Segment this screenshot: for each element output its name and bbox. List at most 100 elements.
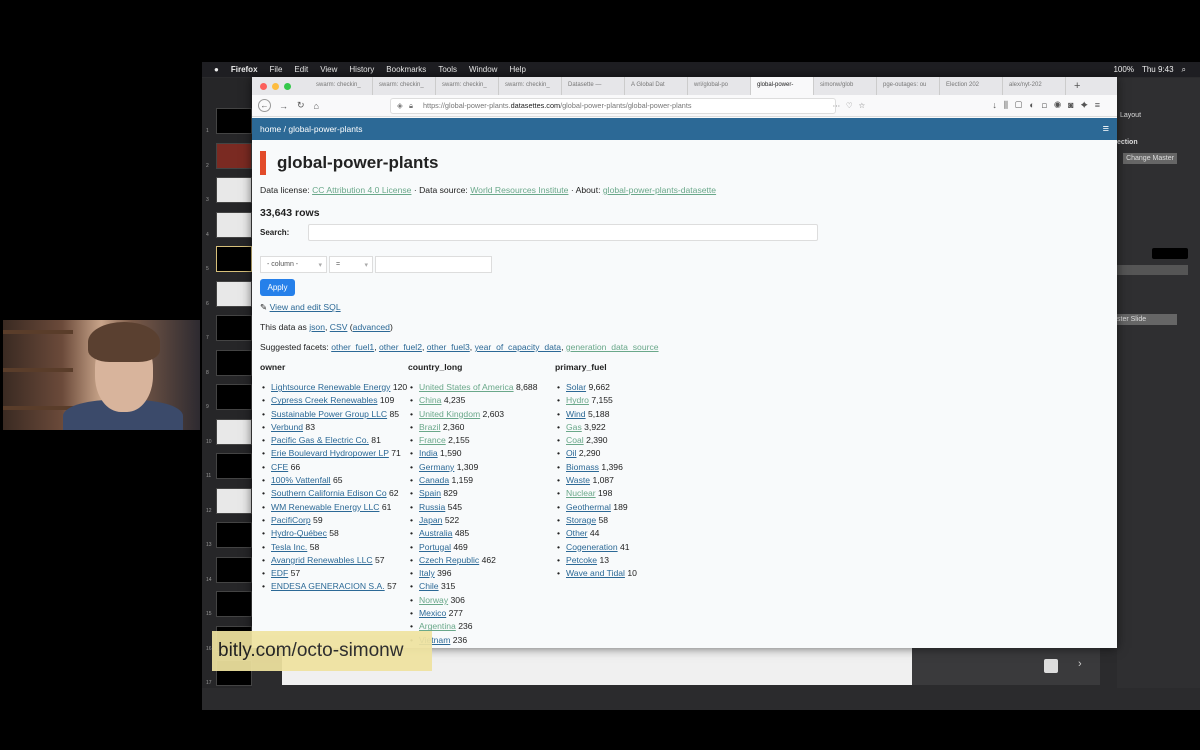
browser-tab[interactable]: A Global Dat: [625, 77, 688, 95]
change-master-button[interactable]: Change Master: [1123, 153, 1177, 164]
menu-tools[interactable]: Tools: [438, 65, 457, 74]
facet-value-link[interactable]: Italy: [419, 568, 435, 578]
suggested-facet-link[interactable]: other_fuel1: [331, 342, 374, 352]
slide-thumbnail[interactable]: [216, 591, 252, 617]
facet-value-link[interactable]: Storage: [566, 515, 596, 525]
chevron-right-icon[interactable]: ›: [1078, 658, 1082, 670]
facet-value-link[interactable]: India: [419, 448, 438, 458]
browser-tab[interactable]: swarm: checkin_: [310, 77, 373, 95]
browser-tab[interactable]: wri/global-po: [688, 77, 751, 95]
toolbar-icons[interactable]: ↓⫼▢◐◻◉◙✦≡: [992, 100, 1107, 111]
facet-value-link[interactable]: Geothermal: [566, 502, 611, 512]
search-icon[interactable]: ⌕: [1182, 65, 1186, 75]
facet-value-link[interactable]: Russia: [419, 502, 445, 512]
menu-view[interactable]: View: [320, 65, 337, 74]
license-link[interactable]: CC Attribution 4.0 License: [312, 185, 411, 195]
facet-value-link[interactable]: Canada: [419, 475, 449, 485]
browser-tab[interactable]: alex/nyt-202: [1003, 77, 1066, 95]
home-button[interactable]: ⌂: [314, 101, 319, 111]
menu-history[interactable]: History: [349, 65, 374, 74]
facet-value-link[interactable]: Spain: [419, 488, 441, 498]
browser-tab[interactable]: swarm: checkin_: [436, 77, 499, 95]
facet-value-link[interactable]: Lightsource Renewable Energy: [271, 382, 390, 392]
facet-value-link[interactable]: United Kingdom: [419, 409, 480, 419]
operator-select[interactable]: = ▾: [329, 256, 373, 273]
menu-file[interactable]: File: [270, 65, 283, 74]
facet-value-link[interactable]: Waste: [566, 475, 590, 485]
facet-value-link[interactable]: Germany: [419, 462, 454, 472]
facet-value-link[interactable]: Tesla Inc.: [271, 542, 307, 552]
facet-value-link[interactable]: Biomass: [566, 462, 599, 472]
filter-value-input[interactable]: [375, 256, 492, 273]
facet-value-link[interactable]: CFE: [271, 462, 288, 472]
source-link[interactable]: World Resources Institute: [470, 185, 568, 195]
apply-button[interactable]: Apply: [260, 279, 295, 296]
facet-value-link[interactable]: China: [419, 395, 441, 405]
search-input[interactable]: [308, 224, 818, 241]
slide-thumbnail[interactable]: [216, 177, 252, 203]
suggested-facet-link[interactable]: other_fuel2: [379, 342, 422, 352]
facet-value-link[interactable]: Coal: [566, 435, 584, 445]
facet-value-link[interactable]: Pacific Gas & Electric Co.: [271, 435, 369, 445]
slide-thumbnail[interactable]: [216, 556, 252, 583]
facet-value-link[interactable]: France: [419, 435, 446, 445]
slide-thumbnail[interactable]: [216, 418, 252, 445]
facet-value-link[interactable]: WM Renewable Energy LLC: [271, 502, 379, 512]
facet-value-link[interactable]: Solar: [566, 382, 586, 392]
minimize-button[interactable]: [272, 82, 279, 90]
menu-bookmarks[interactable]: Bookmarks: [386, 65, 426, 74]
slide-thumbnail[interactable]: [216, 108, 252, 134]
facet-value-link[interactable]: Oil: [566, 448, 577, 458]
slide-thumbnail[interactable]: [216, 142, 252, 169]
facet-value-link[interactable]: Sustainable Power Group LLC: [271, 409, 387, 419]
slide-thumbnail[interactable]: [216, 522, 252, 548]
facet-value-link[interactable]: Cogeneration: [566, 542, 618, 552]
facet-value-link[interactable]: Brazil: [419, 422, 441, 432]
facet-value-link[interactable]: Hydro: [566, 395, 589, 405]
forward-button[interactable]: →: [279, 101, 288, 111]
advanced-link[interactable]: advanced: [353, 322, 390, 332]
facet-value-link[interactable]: Argentina: [419, 621, 456, 631]
csv-link[interactable]: CSV: [330, 322, 348, 332]
column-select[interactable]: - column - ▾: [260, 256, 327, 273]
slide-thumbnail[interactable]: [216, 453, 252, 479]
slide-thumbnail[interactable]: [216, 315, 252, 341]
browser-tab[interactable]: Datasette —: [562, 77, 625, 95]
browser-tab[interactable]: pge-outages: ou: [877, 77, 940, 95]
facet-value-link[interactable]: Petcoke: [566, 555, 597, 565]
menu-window[interactable]: Window: [469, 65, 497, 74]
facet-value-link[interactable]: Chile: [419, 581, 439, 591]
browser-tab[interactable]: global-power-: [751, 77, 814, 95]
about-link[interactable]: global-power-plants-datasette: [603, 185, 716, 195]
slide-thumbnail[interactable]: [216, 211, 252, 238]
slide-thumbnail[interactable]: [216, 384, 252, 410]
menu-help[interactable]: Help: [509, 65, 525, 74]
browser-tab[interactable]: Election 202: [940, 77, 1003, 95]
facet-value-link[interactable]: ENDESA GENERACION S.A.: [271, 581, 385, 591]
json-link[interactable]: json: [309, 322, 325, 332]
slide-navigator[interactable]: 1 2 3 4 5 6 7 8 9 10 11 12 13 14 15 16 17: [202, 78, 252, 688]
suggested-facet-link[interactable]: other_fuel3: [427, 342, 470, 352]
new-tab-button[interactable]: +: [1066, 80, 1080, 92]
facet-value-link[interactable]: 100% Vattenfall: [271, 475, 331, 485]
facet-value-link[interactable]: Wind: [566, 409, 586, 419]
slide-thumbnail[interactable]: [216, 246, 252, 272]
url-bar[interactable]: ◈ 🔒︎ https://global-power-plants.datasette…: [390, 98, 865, 114]
facet-value-link[interactable]: Nuclear: [566, 488, 596, 498]
master-slide-button[interactable]: ster Slide: [1117, 314, 1177, 325]
browser-tab[interactable]: simonw/glob: [814, 77, 877, 95]
apple-icon[interactable]: ●: [214, 65, 219, 74]
slide-thumbnail[interactable]: [216, 349, 252, 376]
menu-app[interactable]: Firefox: [231, 65, 258, 74]
back-button[interactable]: ←: [258, 99, 271, 112]
hamburger-menu-icon[interactable]: ≡: [1103, 118, 1109, 140]
menu-edit[interactable]: Edit: [294, 65, 308, 74]
facet-value-link[interactable]: Mexico: [419, 608, 446, 618]
slide-thumbnail[interactable]: [216, 280, 252, 307]
facet-value-link[interactable]: Japan: [419, 515, 442, 525]
close-window-button[interactable]: [260, 82, 267, 90]
facet-value-link[interactable]: Other: [566, 528, 588, 538]
facet-value-link[interactable]: PacifiCorp: [271, 515, 311, 525]
facet-value-link[interactable]: Avangrid Renewables LLC: [271, 555, 373, 565]
facet-value-link[interactable]: Wave and Tidal: [566, 568, 625, 578]
